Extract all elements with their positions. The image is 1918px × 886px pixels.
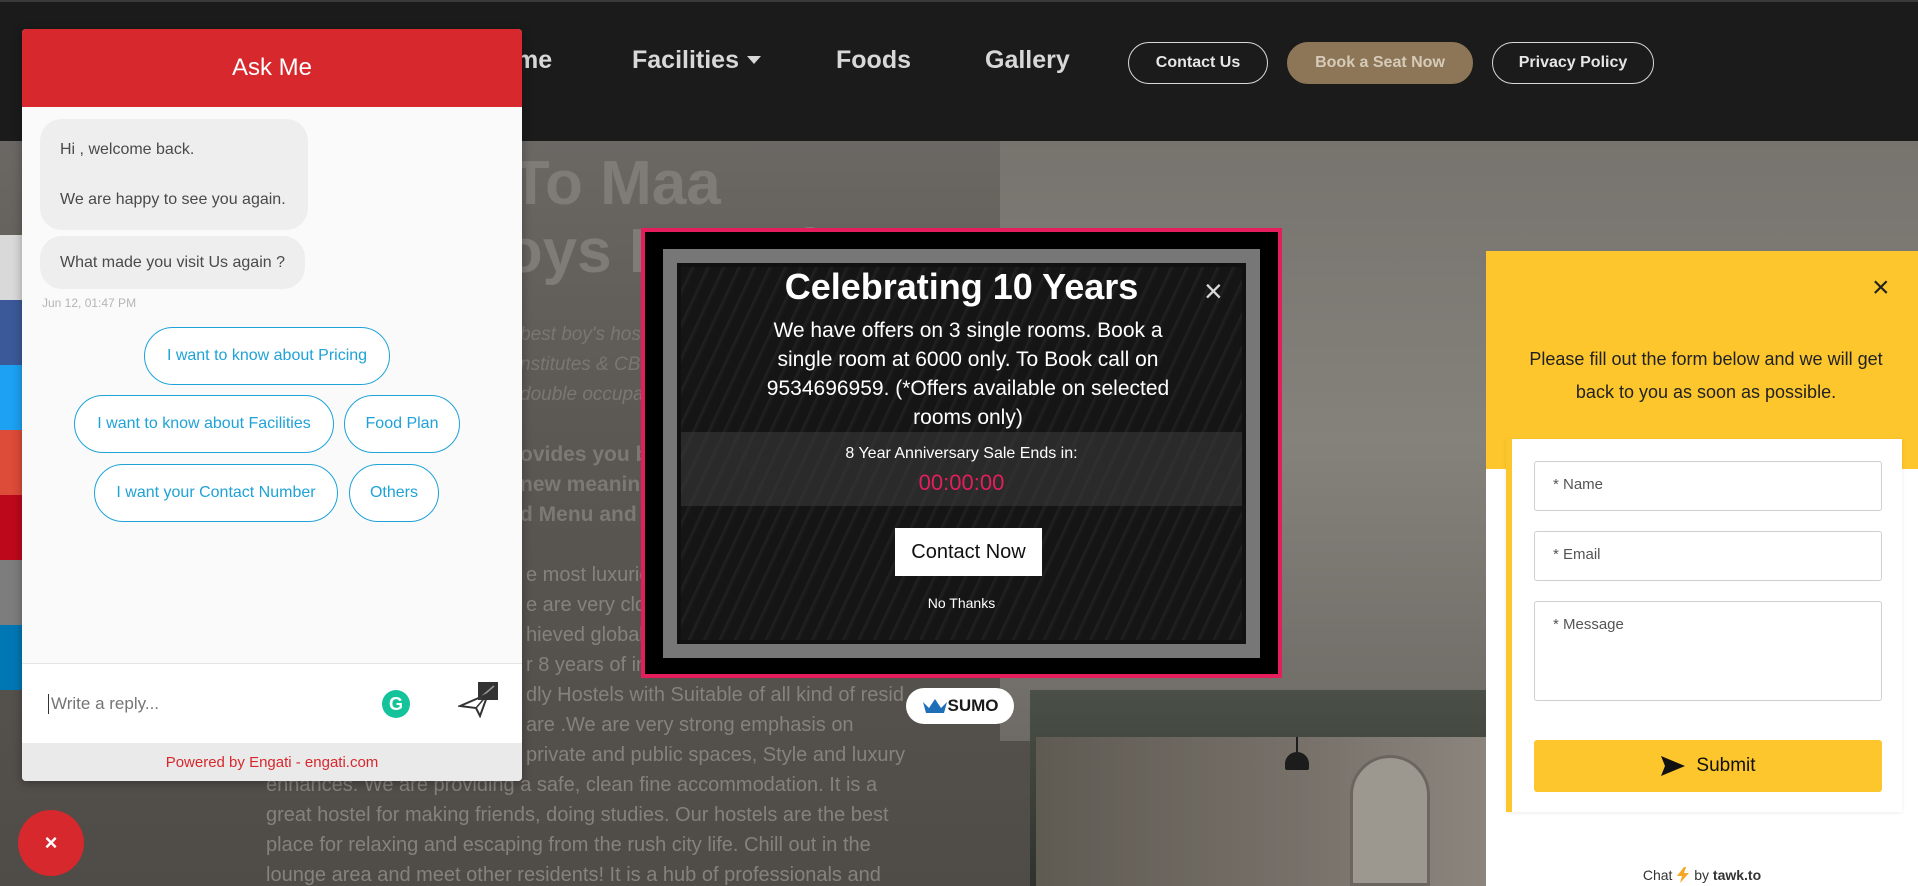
tawk-submit-button[interactable]: Submit xyxy=(1534,740,1882,792)
tawk-contact-form: × Please fill out the form below and we … xyxy=(1486,251,1918,886)
chat-header: Ask Me xyxy=(22,29,522,107)
sumo-badge[interactable]: SUMO xyxy=(906,688,1014,724)
nav-gallery[interactable]: Gallery xyxy=(985,46,1070,75)
send-icon[interactable] xyxy=(456,682,498,723)
tawk-message-input[interactable]: * Message xyxy=(1534,601,1882,701)
no-thanks-link[interactable]: No Thanks xyxy=(681,595,1242,611)
contact-now-button[interactable]: Contact Now xyxy=(895,528,1042,576)
lamp-icon xyxy=(1285,752,1309,770)
chat-timestamp: Jun 12, 01:47 PM xyxy=(42,296,137,310)
tawk-name-input[interactable]: * Name xyxy=(1534,461,1882,511)
send-arrow-icon xyxy=(1661,756,1686,776)
popup-offer-text: We have offers on 3 single rooms. Book a… xyxy=(766,319,1170,429)
facebook-icon[interactable] xyxy=(0,300,24,365)
hero-body-line: place for relaxing and escaping from the… xyxy=(266,834,871,856)
nav-foods[interactable]: Foods xyxy=(836,46,911,75)
lamp-cord xyxy=(1296,737,1298,753)
quick-reply-contact-number[interactable]: I want your Contact Number xyxy=(94,464,338,522)
grammarly-icon[interactable]: G xyxy=(382,690,410,718)
quick-reply-pricing[interactable]: I want to know about Pricing xyxy=(144,327,390,385)
social-share-bar xyxy=(0,235,24,690)
tawk-message: Please fill out the form below and we wi… xyxy=(1529,349,1883,402)
popup-title: Celebrating 10 Years xyxy=(784,266,1139,307)
crown-icon xyxy=(922,699,947,713)
tawk-brand-name: tawk.to xyxy=(1712,867,1762,883)
book-seat-button[interactable]: Book a Seat Now xyxy=(1287,42,1473,84)
chevron-down-icon xyxy=(747,56,761,64)
tawk-brand-by: by xyxy=(1694,867,1710,883)
close-icon: × xyxy=(44,830,58,855)
chat-close-button[interactable]: × xyxy=(18,810,84,876)
chat-greeting-line2: We are happy to see you again. xyxy=(60,191,286,208)
chat-greeting-line1: Hi , welcome back. xyxy=(60,141,195,158)
nav-facilities[interactable]: Facilities xyxy=(632,46,761,75)
tawk-close-icon[interactable]: × xyxy=(1872,273,1890,303)
engati-chat-widget: Ask Me Hi , welcome back. We are happy t… xyxy=(22,29,522,781)
tawk-brand-prefix: Chat xyxy=(1642,867,1673,883)
linkedin-icon[interactable] xyxy=(0,625,24,690)
contact-us-button[interactable]: Contact Us xyxy=(1128,42,1268,84)
pinterest-icon[interactable] xyxy=(0,495,24,560)
quick-reply-food-plan[interactable]: Food Plan xyxy=(344,395,460,453)
tawk-email-input[interactable]: * Email xyxy=(1534,531,1882,581)
chat-bubble-question: What made you visit Us again ? xyxy=(40,236,305,289)
nav-facilities-label: Facilities xyxy=(632,46,739,74)
tawk-submit-label: Submit xyxy=(1696,755,1756,776)
sumo-badge-label: SUMO xyxy=(947,696,999,715)
chat-bubble-greeting: Hi , welcome back. We are happy to see y… xyxy=(40,119,308,230)
twitter-icon[interactable] xyxy=(0,365,24,430)
countdown-label: 8 Year Anniversary Sale Ends in: xyxy=(845,445,1078,462)
chat-composer: Write a reply... G xyxy=(22,663,522,743)
room-window xyxy=(1350,755,1430,886)
google-plus-icon[interactable] xyxy=(0,430,24,495)
hero-body-line: lounge area and meet other residents! It… xyxy=(266,864,881,886)
email-icon[interactable] xyxy=(0,560,24,625)
privacy-policy-button[interactable]: Privacy Policy xyxy=(1492,42,1654,84)
tawk-branding[interactable]: Chat by tawk.to xyxy=(1486,867,1918,883)
popup-close-icon[interactable]: × xyxy=(1204,275,1223,307)
quick-reply-others[interactable]: Others xyxy=(349,464,439,522)
quick-reply-facilities[interactable]: I want to know about Facilities xyxy=(74,395,334,453)
share-label-tab[interactable] xyxy=(0,235,24,300)
hero-body-line: great hostel for making friends, doing s… xyxy=(266,804,889,826)
countdown-timer: 00:00:00 xyxy=(918,470,1005,495)
lightning-icon xyxy=(1677,867,1690,883)
chat-reply-input[interactable]: Write a reply... xyxy=(48,694,159,714)
chat-powered-by[interactable]: Powered by Engati - engati.com xyxy=(22,743,522,781)
